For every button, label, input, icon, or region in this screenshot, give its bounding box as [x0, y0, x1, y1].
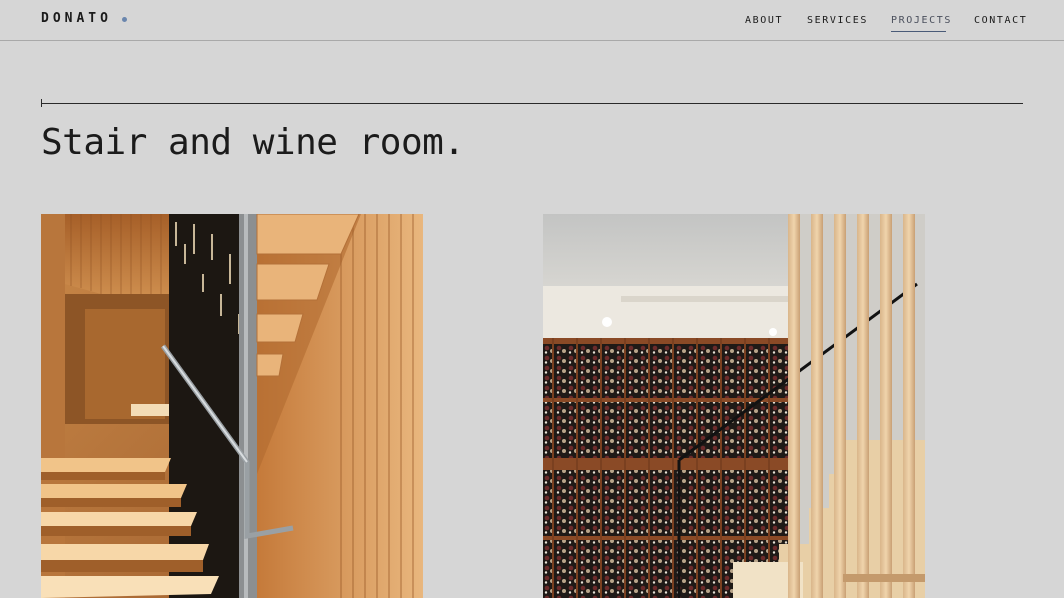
- nav-item-contact[interactable]: CONTACT: [974, 15, 1027, 26]
- page-title: Stair and wine room.: [41, 122, 465, 163]
- wine-room-photo-illustration: [543, 214, 925, 598]
- main-nav: ABOUT SERVICES PROJECTS CONTACT: [0, 15, 1064, 35]
- staircase-photo-illustration: [41, 214, 423, 598]
- site-header: DONATO ABOUT SERVICES PROJECTS CONTACT: [0, 0, 1064, 41]
- gallery-image-wine-room[interactable]: [543, 214, 925, 598]
- nav-item-about[interactable]: ABOUT: [745, 15, 783, 26]
- nav-item-projects[interactable]: PROJECTS: [891, 15, 952, 26]
- section-rule: [41, 103, 1023, 104]
- nav-active-underline: [891, 31, 946, 32]
- gallery-image-staircase[interactable]: [41, 214, 423, 598]
- nav-item-services[interactable]: SERVICES: [807, 15, 868, 26]
